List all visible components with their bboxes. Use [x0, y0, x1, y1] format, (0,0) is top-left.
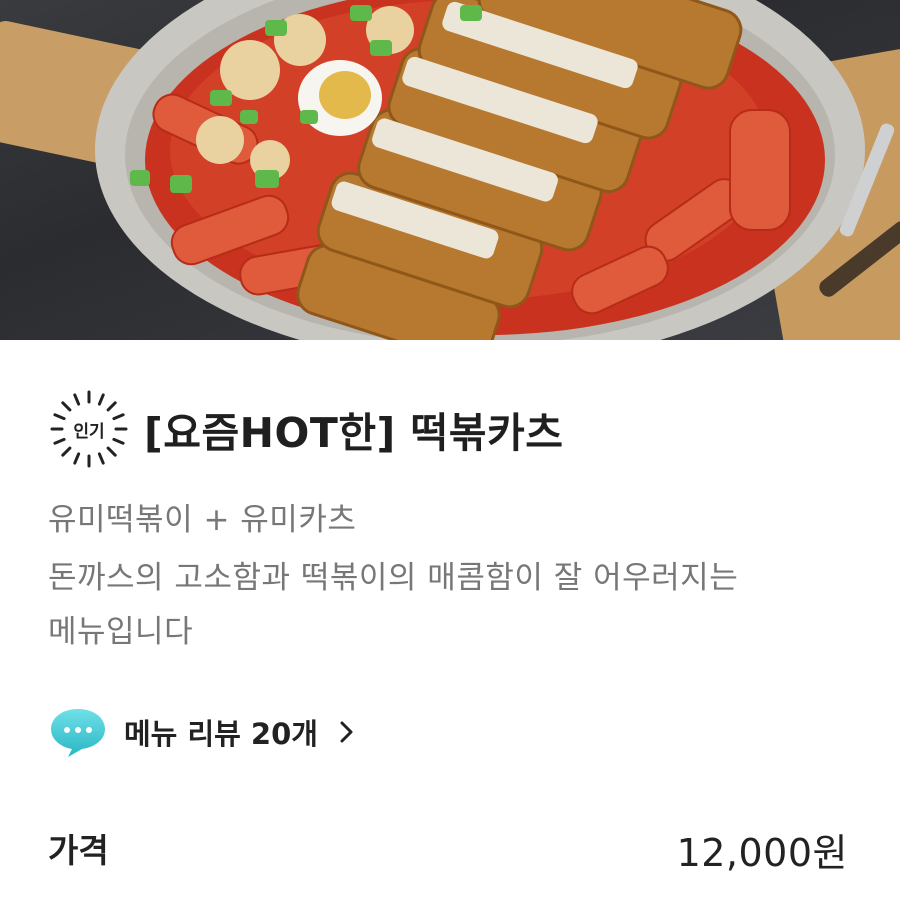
popular-badge-label: 인기: [73, 421, 105, 442]
popular-badge: 인기: [48, 388, 130, 470]
menu-description-line-2: 돈까스의 고소함과 떡볶이의 매콤함이 잘 어우러지는: [48, 560, 739, 596]
price-label: 가격: [48, 831, 109, 870]
menu-description-line-3: 메뉴입니다: [48, 614, 194, 650]
menu-photo: [0, 0, 900, 340]
menu-title-row: 인기 [요즘HOT한] 떡볶카츠: [48, 384, 563, 474]
menu-review-label: 메뉴 리뷰 20개: [124, 717, 318, 751]
tteokbokki-katsu-photo: [0, 0, 900, 340]
menu-title: [요즘HOT한] 떡볶카츠: [144, 409, 564, 457]
menu-review-link[interactable]: 메뉴 리뷰 20개: [48, 704, 356, 760]
menu-description-line-1: 유미떡볶이 + 유미카츠: [48, 502, 357, 538]
chat-bubble-icon: [51, 709, 105, 757]
chevron-right-icon: [340, 721, 353, 743]
price-value: 12,000원: [676, 831, 848, 875]
